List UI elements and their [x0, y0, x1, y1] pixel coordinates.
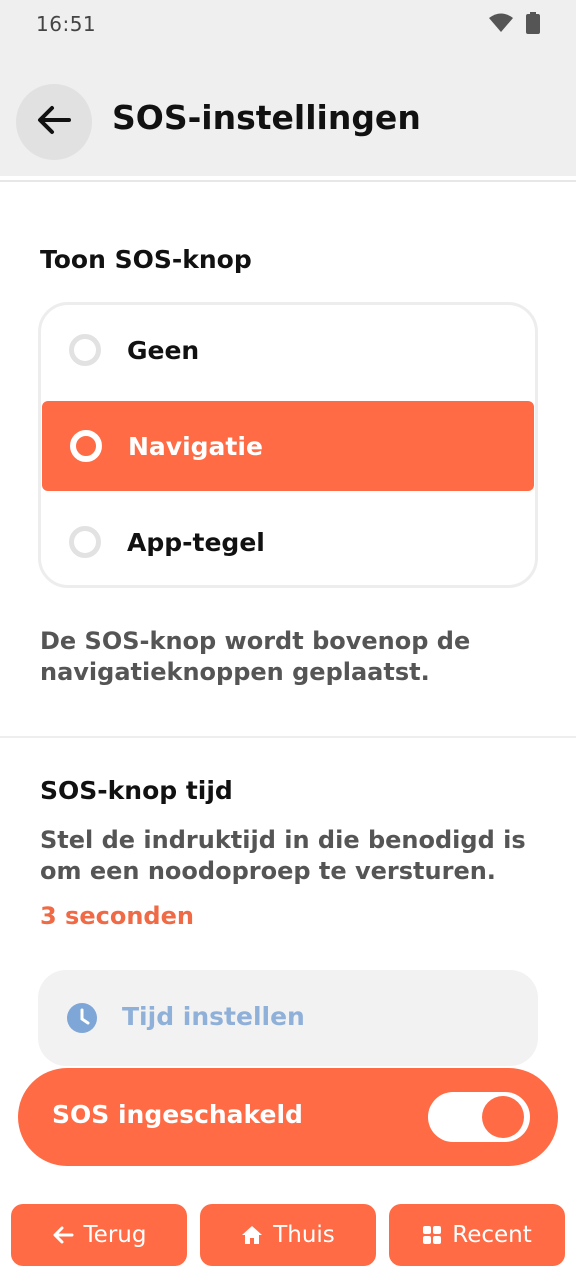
radio-unselected-icon	[69, 526, 101, 558]
option-navigatie[interactable]: Navigatie	[42, 401, 534, 491]
option-app-tegel[interactable]: App-tegel	[41, 497, 535, 585]
nav-home-button[interactable]: Thuis	[200, 1204, 376, 1266]
radio-unselected-icon	[69, 334, 101, 366]
set-time-label: Tijd instellen	[122, 1002, 305, 1031]
section-divider	[0, 736, 576, 738]
nav-recent-button[interactable]: Recent	[389, 1204, 565, 1266]
toggle-knob	[482, 1096, 524, 1138]
description-line: Stel de indruktijd in die benodigd is	[40, 826, 526, 854]
page-title: SOS-instellingen	[112, 98, 421, 137]
wifi-icon	[488, 13, 514, 37]
screen: 16:51 SOS-instellingen Toon SOS-knop Gee…	[0, 0, 576, 1280]
radio-selected-icon	[70, 430, 102, 462]
show-sos-description: De SOS-knop wordt bovenop de navigatiekn…	[40, 626, 470, 688]
sos-enabled-toggle[interactable]	[428, 1092, 530, 1142]
option-label: App-tegel	[127, 527, 265, 557]
description-line: navigatieknoppen geplaatst.	[40, 658, 430, 686]
battery-icon	[526, 12, 540, 38]
header-bar: 16:51 SOS-instellingen	[0, 0, 576, 176]
header-divider	[0, 180, 576, 182]
option-label: Navigatie	[128, 431, 263, 461]
back-button[interactable]	[16, 84, 92, 160]
option-geen[interactable]: Geen	[41, 305, 535, 395]
nav-back-label: Terug	[83, 1222, 147, 1248]
arrow-left-icon	[37, 105, 71, 139]
sos-time-description: Stel de indruktijd in die benodigd is om…	[40, 825, 526, 887]
clock-icon	[66, 1002, 98, 1034]
section-title-show-sos: Toon SOS-knop	[40, 245, 252, 274]
home-icon	[241, 1225, 263, 1245]
arrow-left-icon	[52, 1226, 74, 1244]
nav-home-label: Thuis	[273, 1222, 335, 1248]
nav-back-button[interactable]: Terug	[11, 1204, 187, 1266]
sos-time-value: 3 seconden	[40, 902, 194, 930]
nav-recent-label: Recent	[452, 1222, 532, 1248]
status-icons	[488, 12, 540, 38]
sos-enabled-row[interactable]: SOS ingeschakeld	[18, 1068, 558, 1166]
option-label: Geen	[127, 335, 200, 365]
section-title-sos-time: SOS-knop tijd	[40, 776, 233, 805]
description-line: De SOS-knop wordt bovenop de	[40, 627, 471, 655]
grid-icon	[422, 1225, 442, 1245]
status-time: 16:51	[36, 12, 97, 36]
sos-options-card: Geen Navigatie App-tegel	[38, 302, 538, 588]
description-line: om een noodoproep te versturen.	[40, 857, 496, 885]
sos-enabled-label: SOS ingeschakeld	[52, 1100, 303, 1129]
set-time-button[interactable]: Tijd instellen	[38, 970, 538, 1066]
